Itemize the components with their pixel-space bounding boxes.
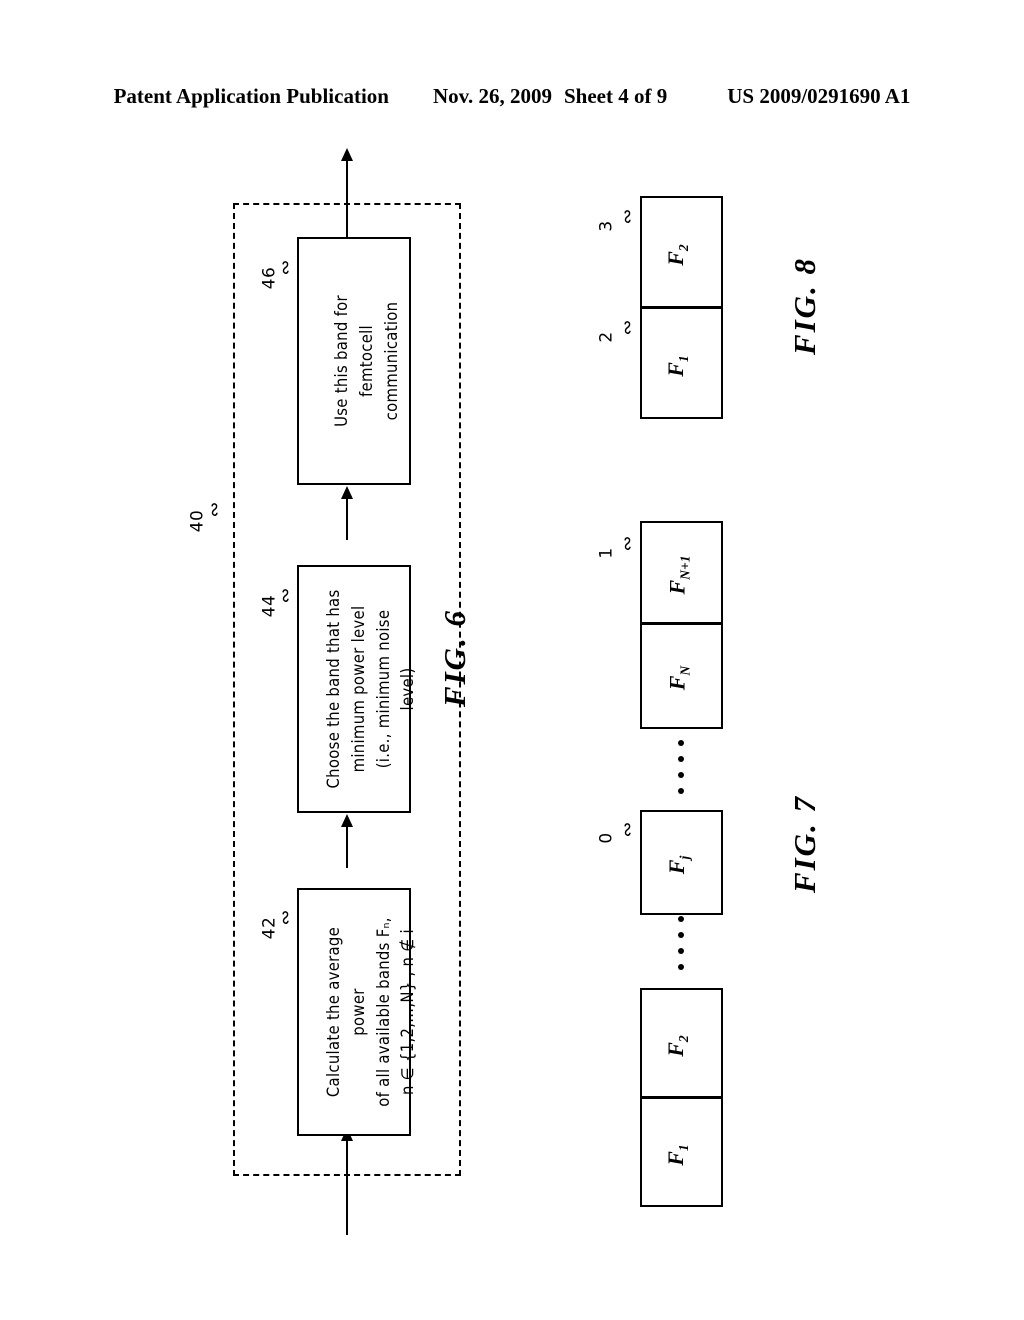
figure-8-cell-f1-leader: ∾ <box>617 319 639 336</box>
flowchart-connector-42-44-arrowhead <box>341 814 353 827</box>
flowchart-step-46-line-1: Use this band for <box>332 295 351 427</box>
flowchart-step-46-line-2: femtocell communication <box>356 301 401 421</box>
flowchart-step-44-line-1: Choose the band that has <box>324 589 343 789</box>
page-header: Patent Application Publication Nov. 26, … <box>0 84 1024 116</box>
header-sheet-label: Sheet 4 of 9 <box>563 84 668 108</box>
header-date-label: Nov. 26, 2009 <box>432 84 552 108</box>
figure-7-cell-fn1-label: FN+1 <box>664 555 693 595</box>
flowchart-step-42-label: Calculate the average power of all avail… <box>322 912 417 1112</box>
figure-7-cell-fn1-ref: 1 <box>596 547 617 559</box>
header-patent-number-label: US 2009/0291690 A1 <box>727 84 911 108</box>
figure-6-caption: FIG. 6 <box>437 608 473 708</box>
flowchart-input-line <box>346 1135 348 1235</box>
figure-8-cell-f2-label: F2 <box>662 244 691 266</box>
flowchart-boundary-leader: ∾ <box>204 501 226 518</box>
figure-7-cell-fj-leader: ∾ <box>617 821 639 838</box>
flowchart-connector-44-46-arrowhead <box>341 486 353 499</box>
figure-7-cell-fj-label: Fj <box>664 855 692 875</box>
flowchart-connector-44-46 <box>346 492 348 540</box>
figure-8-cell-f1-ref: 2 <box>596 331 617 343</box>
flowchart-step-42-line-1: Calculate the average power <box>324 926 368 1098</box>
flowchart-step-42-line-2: of all available bands Fₙ, <box>373 917 393 1107</box>
figure-8-cell-f1-label: F1 <box>662 355 691 377</box>
flowchart-step-44-line-3: (i.e., minimum noise level) <box>373 609 418 769</box>
figure-8-cell-f2-leader: ∾ <box>617 208 639 225</box>
figure-7-cell-fn-label: FN <box>664 665 692 691</box>
flowchart-connector-42-44 <box>346 820 348 868</box>
flowchart-step-46-label: Use this band for femtocell communicatio… <box>330 271 401 451</box>
flowchart-step-42-leader: ∾ <box>275 909 297 926</box>
flowchart-step-44-label: Choose the band that has minimum power l… <box>322 589 417 789</box>
flowchart-step-46-leader: ∾ <box>275 259 297 276</box>
figure-8-cell-f2-ref: 3 <box>596 220 617 232</box>
figure-7-cell-f2-label: F2 <box>662 1035 691 1057</box>
figure-7-caption: FIG. 7 <box>787 794 823 894</box>
figure-7-cell-f1-label: F1 <box>662 1144 691 1166</box>
header-publication-label: Patent Application Publication <box>113 84 389 108</box>
flowchart-step-42-line-3: n ∈ {1,2,...,N} , n ∉ i <box>398 929 418 1095</box>
flowchart-step-44-leader: ∾ <box>275 587 297 604</box>
figure-8-caption: FIG. 8 <box>787 256 823 356</box>
figure-7-cell-fj-ref: 0 <box>596 832 617 844</box>
flowchart-output-arrowhead <box>341 148 353 161</box>
figure-7-cell-fn1-leader: ∾ <box>617 535 639 552</box>
flowchart-step-44-line-2: minimum power level <box>348 605 368 773</box>
